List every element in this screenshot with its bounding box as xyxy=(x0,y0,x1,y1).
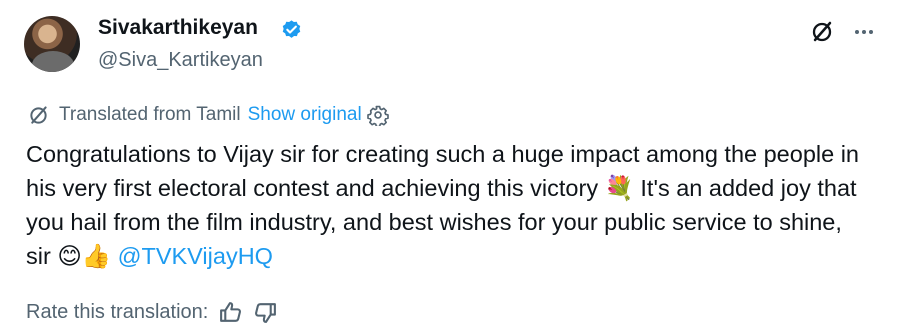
thumbs-down-icon[interactable] xyxy=(253,300,278,325)
author-name[interactable]: Sivakarthikeyan xyxy=(98,14,258,42)
bouquet-emoji: 💐 xyxy=(604,174,634,202)
mention-link[interactable]: @TVKVijayHQ xyxy=(118,243,273,269)
rate-translation-label: Rate this translation: xyxy=(26,300,209,323)
thumbs-emoji: 👍 xyxy=(81,242,112,270)
translate-icon xyxy=(30,105,47,124)
verified-badge-icon xyxy=(282,20,301,38)
translation-info-row: Translated from Tamil Show original xyxy=(26,101,389,129)
avatar[interactable] xyxy=(24,16,80,72)
smile-emoji: 😊 xyxy=(57,242,82,270)
more-options-icon[interactable] xyxy=(850,18,878,46)
rate-translation-row: Rate this translation: xyxy=(26,298,278,326)
show-original-link[interactable]: Show original xyxy=(248,104,362,126)
thumbs-up-icon[interactable] xyxy=(218,300,243,325)
tweet-text: Congratulations to Vijay sir for creatin… xyxy=(26,137,866,273)
translated-from-label: Translated from Tamil xyxy=(59,104,241,125)
gear-icon[interactable] xyxy=(366,104,389,126)
author-handle[interactable]: @Siva_Kartikeyan xyxy=(98,46,263,74)
grok-icon[interactable] xyxy=(808,18,836,46)
